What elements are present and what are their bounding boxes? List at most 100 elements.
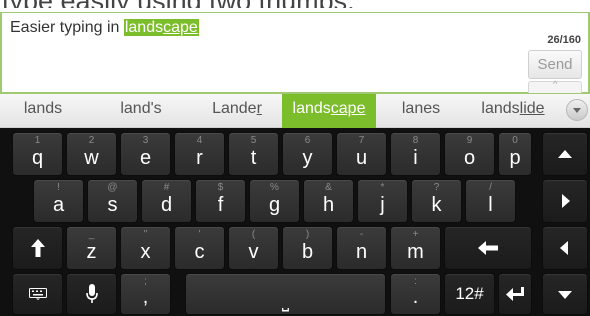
- key-hint: &: [325, 182, 332, 193]
- send-button[interactable]: Send: [528, 50, 582, 79]
- key-hint: $: [217, 182, 224, 193]
- message-text[interactable]: Easier typing in landscape: [10, 19, 199, 37]
- key-label: t: [250, 147, 257, 169]
- keyboard: 1q 2w 3e 4r 5t 6y 7u 8i 9o 0p ! a @ s # d $…: [0, 128, 590, 316]
- key-hint: ": [143, 229, 148, 240]
- arrow-right-icon: [562, 194, 570, 208]
- message-prefix: Easier typing in: [10, 19, 124, 36]
- arrow-up-icon: [558, 150, 572, 158]
- key-label: e: [139, 147, 152, 169]
- key-hint: ': [198, 229, 201, 240]
- key-d[interactable]: # d: [141, 179, 192, 223]
- suggestion-underline: lide: [519, 100, 545, 117]
- cursor-left-key[interactable]: [542, 226, 588, 270]
- character-counter: 26/160: [547, 34, 581, 46]
- key-label: n: [355, 241, 368, 263]
- key-s[interactable]: @ s: [87, 179, 138, 223]
- keyboard-icon: [28, 288, 47, 300]
- key-hint: 5: [250, 135, 257, 146]
- key-label: j: [380, 194, 385, 216]
- key-v[interactable]: (v: [228, 226, 279, 270]
- key-a[interactable]: ! a: [33, 179, 84, 223]
- key-m[interactable]: + m: [390, 226, 441, 270]
- key-label: s: [107, 194, 118, 216]
- key-label: o: [463, 147, 476, 169]
- message-compose-area[interactable]: Easier typing in landscape 26/160 Send ^: [0, 12, 590, 94]
- key-h[interactable]: & h: [303, 179, 354, 223]
- key-label: r: [196, 147, 203, 169]
- key-label: q: [31, 147, 44, 169]
- keyboard-settings-key[interactable]: [12, 273, 63, 315]
- key-z[interactable]: _ z: [66, 226, 117, 270]
- backspace-key[interactable]: [444, 226, 532, 270]
- key-j[interactable]: * j: [357, 179, 408, 223]
- key-label: .: [412, 286, 419, 308]
- microphone-icon: [85, 284, 98, 303]
- suggestion-5[interactable]: lanes: [386, 94, 456, 128]
- cursor-right-key[interactable]: [542, 179, 588, 223]
- cursor-down-key[interactable]: [542, 273, 588, 315]
- key-g[interactable]: % g: [249, 179, 300, 223]
- symbols-key[interactable]: 12#: [444, 273, 495, 315]
- key-r[interactable]: 4r: [174, 132, 225, 176]
- key-comma[interactable]: ;,: [120, 273, 171, 315]
- key-hint: +: [412, 229, 419, 240]
- enter-key[interactable]: [498, 273, 532, 315]
- key-label: x: [140, 241, 151, 263]
- expand-suggestions-icon[interactable]: [566, 99, 588, 121]
- suggestion-1[interactable]: lands: [4, 94, 82, 128]
- key-b[interactable]: ) b: [282, 226, 333, 270]
- key-hint: ): [305, 229, 310, 240]
- key-k[interactable]: ? k: [411, 179, 462, 223]
- key-w[interactable]: 2w: [66, 132, 117, 176]
- headline: type easily using two thumbs.: [0, 0, 590, 8]
- key-hint: ?: [433, 182, 440, 193]
- suggestion-text: Lande: [212, 100, 257, 117]
- shift-key[interactable]: [12, 226, 63, 270]
- suggestion-6[interactable]: landslide: [466, 94, 560, 128]
- suggestion-4-selected[interactable]: landscape: [282, 94, 376, 128]
- composing-word-part1: lands: [124, 19, 164, 36]
- key-i[interactable]: 8i: [390, 132, 441, 176]
- key-q[interactable]: 1q: [12, 132, 63, 176]
- key-label: m: [407, 241, 424, 263]
- arrow-down-icon: [558, 291, 572, 299]
- key-hint: 8: [412, 135, 419, 146]
- key-f[interactable]: $ f: [195, 179, 246, 223]
- key-e[interactable]: 3e: [120, 132, 171, 176]
- key-o[interactable]: 9o: [444, 132, 495, 176]
- voice-input-key[interactable]: [66, 273, 117, 315]
- cursor-up-key[interactable]: [542, 132, 588, 176]
- key-hint: 3: [142, 135, 149, 146]
- secondary-button-glyph: ^: [553, 79, 558, 89]
- key-u[interactable]: 7u: [336, 132, 387, 176]
- key-hint: *: [380, 182, 385, 193]
- key-hint: !: [57, 182, 60, 193]
- key-x[interactable]: " x: [120, 226, 171, 270]
- suggestion-text: lands: [23, 100, 63, 117]
- key-y[interactable]: 6y: [282, 132, 333, 176]
- key-p[interactable]: 0p: [498, 132, 532, 176]
- key-n[interactable]: -n: [336, 226, 387, 270]
- key-label: ,: [142, 286, 149, 308]
- key-hint: 1: [34, 135, 41, 146]
- space-glyph: ⎵: [281, 291, 290, 311]
- key-hint: 4: [196, 135, 203, 146]
- key-t[interactable]: 5t: [228, 132, 279, 176]
- key-label: b: [301, 241, 314, 263]
- space-key[interactable]: ⎵: [185, 273, 386, 315]
- key-label: i: [413, 147, 418, 169]
- key-c[interactable]: ' c: [174, 226, 225, 270]
- key-hint: _: [88, 229, 95, 240]
- key-period[interactable]: :.: [390, 273, 441, 315]
- key-l[interactable]: / l: [465, 179, 516, 223]
- composing-word: landscape: [123, 19, 199, 36]
- secondary-button[interactable]: ^: [528, 79, 582, 93]
- shift-icon: [30, 239, 45, 257]
- key-label: z: [86, 241, 97, 263]
- composing-word-part2: cape: [163, 19, 198, 36]
- key-label: y: [302, 147, 313, 169]
- suggestion-3[interactable]: Lander: [198, 94, 276, 128]
- suggestion-2[interactable]: land's: [98, 94, 184, 128]
- key-hint: (: [251, 229, 256, 240]
